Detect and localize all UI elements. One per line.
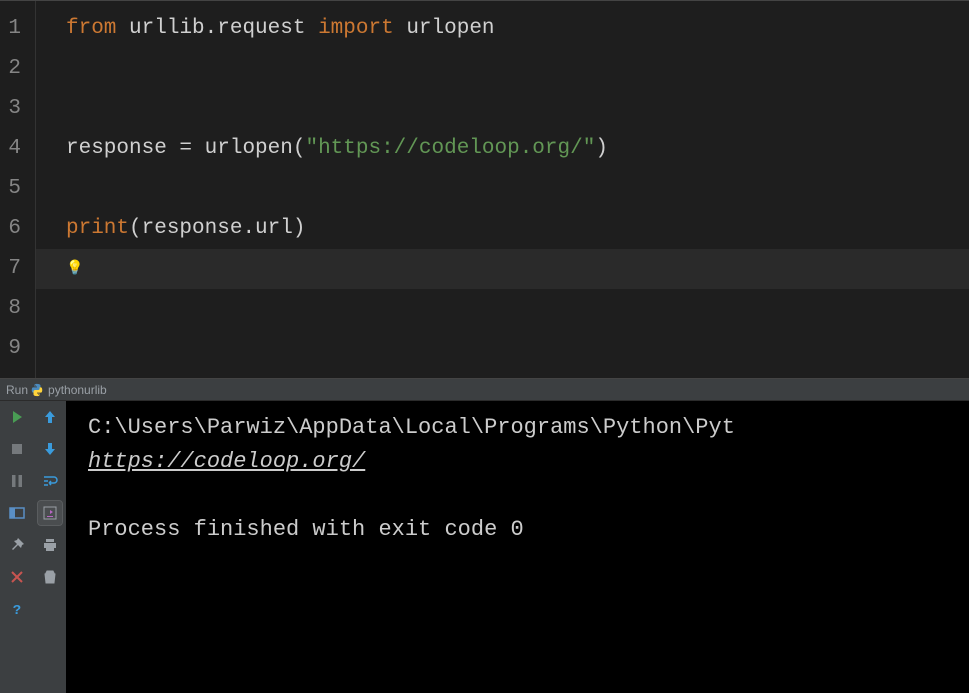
code-line[interactable]: print(response.url) [66, 209, 969, 249]
console-command-line: C:\Users\Parwiz\AppData\Local\Programs\P… [88, 415, 735, 440]
run-tool-column-right [34, 401, 66, 693]
code-line[interactable] [66, 169, 969, 209]
code-editor: 1 2 3 4 5 6 7 8 9 from urllib.request im… [0, 0, 969, 379]
line-number: 4 [6, 129, 21, 169]
code-line[interactable]: response = urlopen("https://codeloop.org… [66, 129, 969, 169]
line-number: 5 [6, 169, 21, 209]
line-number: 7 [6, 249, 21, 289]
pin-button[interactable] [5, 533, 29, 557]
line-number: 2 [6, 49, 21, 89]
run-config-name: pythonurlib [48, 383, 107, 397]
run-header-label: Run [6, 383, 28, 397]
down-button[interactable] [38, 437, 62, 461]
code-line-current[interactable]: 💡 [36, 249, 969, 289]
run-tool-window-header[interactable]: Run pythonurlib [0, 379, 969, 401]
pause-button[interactable] [5, 469, 29, 493]
console-exit-line: Process finished with exit code 0 [88, 517, 524, 542]
print-button[interactable] [38, 533, 62, 557]
layout-button[interactable] [5, 501, 29, 525]
stop-button[interactable] [5, 437, 29, 461]
code-text-area[interactable]: from urllib.request import urlopen respo… [36, 1, 969, 378]
close-button[interactable] [5, 565, 29, 589]
svg-text:?: ? [13, 603, 21, 617]
up-button[interactable] [38, 405, 62, 429]
line-number: 6 [6, 209, 21, 249]
line-number: 9 [6, 329, 21, 369]
soft-wrap-button[interactable] [38, 469, 62, 493]
run-tool-column-left: ? [0, 401, 34, 693]
python-icon [30, 383, 44, 397]
line-number: 8 [6, 289, 21, 329]
line-number: 3 [6, 89, 21, 129]
line-number-gutter: 1 2 3 4 5 6 7 8 9 [0, 1, 36, 378]
line-number: 1 [6, 9, 21, 49]
run-tool-window: ? C:\Users\Parwiz\AppData\Local\Programs… [0, 401, 969, 693]
intention-bulb-icon[interactable]: 💡 [66, 261, 83, 277]
scroll-to-end-button[interactable] [38, 501, 62, 525]
console-url-link[interactable]: https://codeloop.org/ [88, 449, 365, 474]
console-output[interactable]: C:\Users\Parwiz\AppData\Local\Programs\P… [66, 401, 969, 693]
code-line[interactable] [66, 49, 969, 89]
code-line[interactable] [66, 289, 969, 329]
code-line[interactable] [66, 329, 969, 369]
code-line[interactable]: from urllib.request import urlopen [66, 9, 969, 49]
code-line[interactable] [66, 89, 969, 129]
rerun-button[interactable] [5, 405, 29, 429]
help-button[interactable]: ? [5, 597, 29, 621]
clear-all-button[interactable] [38, 565, 62, 589]
